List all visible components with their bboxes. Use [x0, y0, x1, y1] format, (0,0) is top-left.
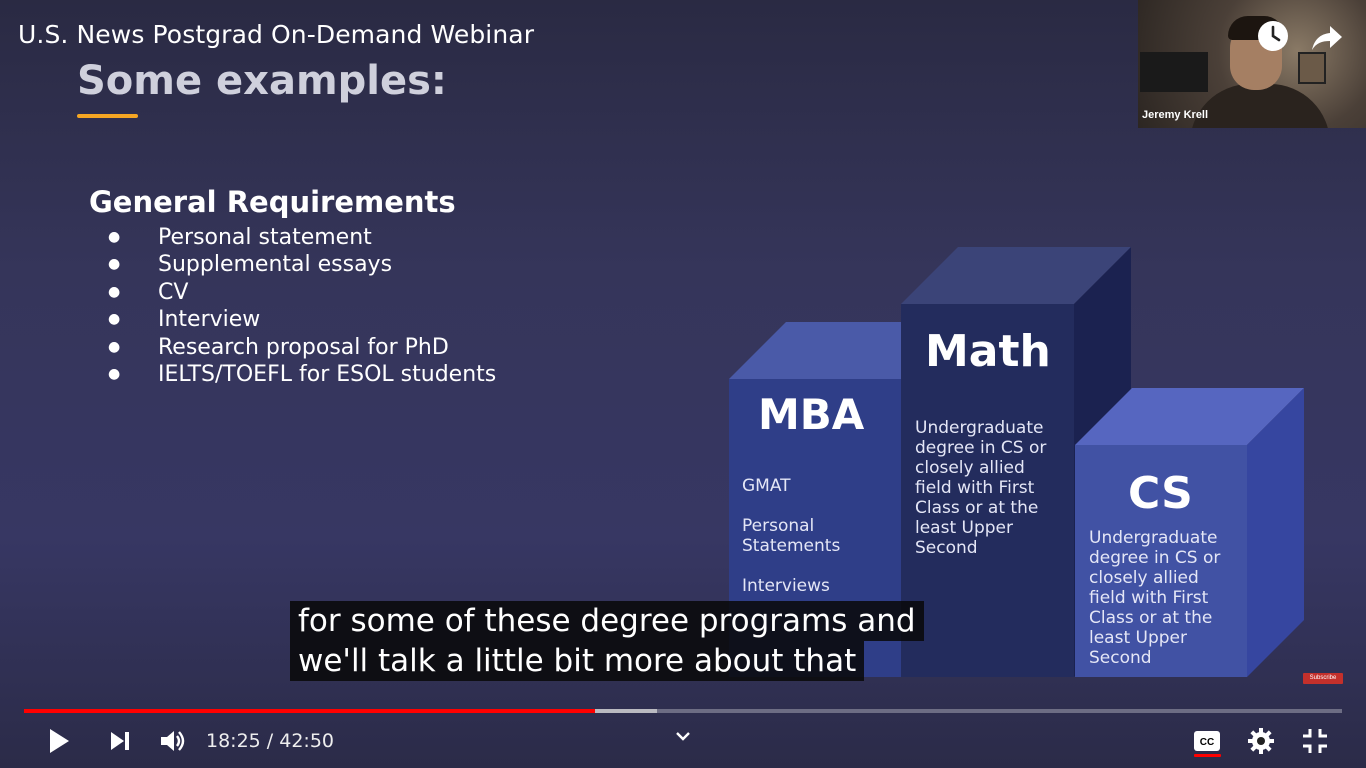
subscribe-badge[interactable]: Subscribe — [1303, 673, 1343, 684]
list-item: Personal Statements — [742, 516, 841, 556]
list-item: GMAT — [742, 476, 791, 496]
next-icon — [111, 732, 129, 750]
exit-fullscreen-button[interactable] — [1300, 726, 1330, 756]
volume-button[interactable] — [158, 726, 188, 756]
gear-icon — [1248, 728, 1274, 754]
chevron-down-icon[interactable] — [673, 727, 703, 757]
captions-active-indicator — [1194, 754, 1221, 757]
next-button[interactable] — [105, 726, 135, 756]
cs-box-text: Undergraduate degree in CS or closely al… — [1089, 528, 1221, 668]
webcam-background-frame — [1140, 52, 1208, 92]
share-icon[interactable] — [1310, 20, 1344, 54]
captions-icon: CC — [1194, 731, 1220, 751]
math-box-text: Undergraduate degree in CS or closely al… — [915, 418, 1047, 558]
play-icon — [50, 729, 69, 753]
webcam-person-body — [1190, 84, 1330, 128]
time-display: 18:25 / 42:50 — [206, 730, 334, 752]
play-button[interactable] — [44, 726, 74, 756]
list-item: Interviews — [742, 576, 830, 596]
mba-box-title: MBA — [758, 390, 865, 439]
settings-button[interactable] — [1246, 726, 1276, 756]
webcam-name-label: Jeremy Krell — [1142, 109, 1209, 121]
webcam-background-picture — [1298, 52, 1326, 84]
clock-icon[interactable] — [1256, 19, 1290, 53]
caption-line-1: for some of these degree programs and — [290, 601, 924, 641]
mba-box-items: GMAT Personal Statements Interviews — [742, 476, 892, 616]
caption-line-2: we'll talk a little bit more about that — [290, 641, 865, 681]
exit-fullscreen-icon — [1303, 729, 1327, 753]
cs-box-title: CS — [1128, 468, 1193, 519]
svg-text:CC: CC — [1200, 737, 1214, 748]
caption-text: for some of these degree programs and we… — [290, 601, 924, 681]
captions-button[interactable]: CC — [1192, 726, 1222, 756]
progress-played — [24, 709, 595, 713]
volume-icon — [161, 731, 185, 751]
math-box-title: Math — [925, 326, 1051, 377]
